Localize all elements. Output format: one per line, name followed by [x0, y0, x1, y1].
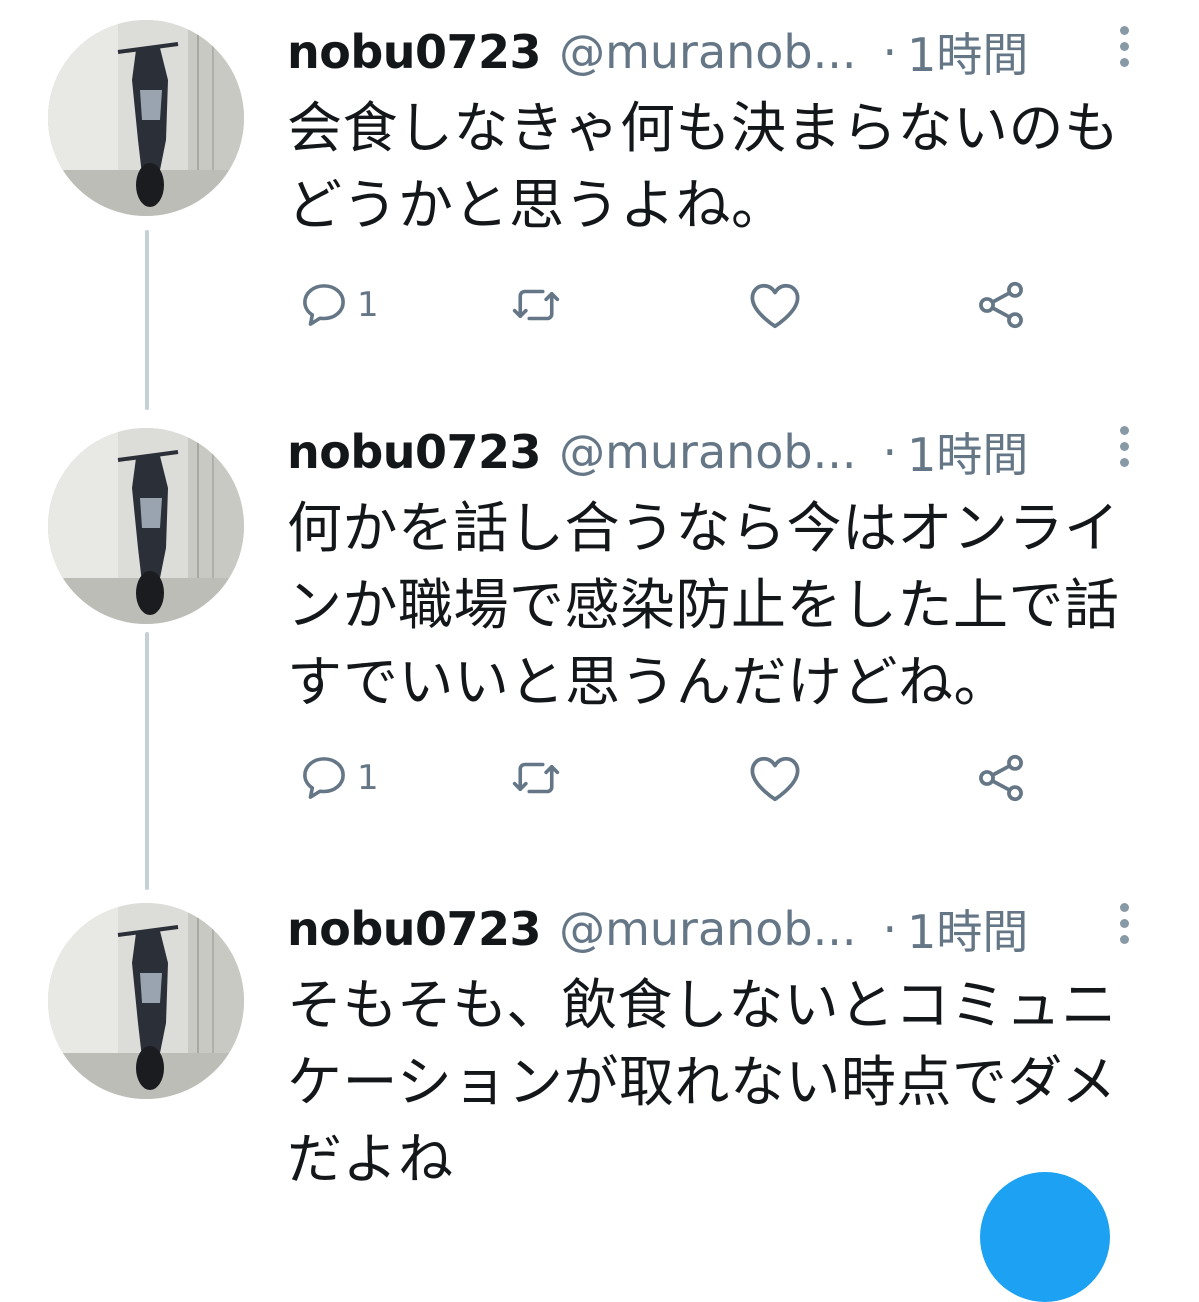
share-icon	[979, 281, 1023, 329]
like-button[interactable]	[745, 743, 805, 813]
tweet-text: 会食しなきゃ何も決まらないのもどうかと思うよね。	[287, 96, 1120, 237]
avatar-scooter-photo	[48, 20, 244, 216]
retweet-icon	[512, 289, 560, 321]
share-icon	[979, 754, 1023, 802]
avatar[interactable]	[48, 20, 244, 216]
tweet-header: nobu0723 @muranob... · 1時間	[287, 897, 1028, 961]
tweet-text: 何かを話し合うなら今はオンラインか職場で感染防止をした上で話すでいいと思うんだけ…	[287, 496, 1120, 714]
retweet-button[interactable]	[509, 270, 563, 340]
separator-dot: ·	[882, 902, 898, 956]
retweet-icon	[512, 762, 560, 794]
tweet-actions: 1	[287, 270, 1047, 340]
separator-dot: ·	[882, 425, 898, 479]
display-name[interactable]: nobu0723	[287, 25, 542, 79]
tweet-3[interactable]: nobu0723 @muranob... · 1時間 そもそも、飲食しないとコミ…	[0, 897, 1199, 1200]
reply-button[interactable]: 1	[297, 743, 379, 813]
user-handle[interactable]: @muranob...	[559, 902, 856, 956]
reply-icon	[303, 284, 345, 326]
more-vertical-icon[interactable]	[1112, 903, 1136, 959]
retweet-button[interactable]	[509, 743, 563, 813]
tweet-header: nobu0723 @muranob... · 1時間	[287, 20, 1028, 84]
reply-count: 1	[357, 758, 379, 798]
more-vertical-icon[interactable]	[1112, 26, 1136, 82]
heart-icon	[750, 756, 800, 802]
avatar-scooter-photo	[48, 903, 244, 1099]
like-button[interactable]	[745, 270, 805, 340]
avatar[interactable]	[48, 903, 244, 1099]
share-button[interactable]	[973, 743, 1029, 813]
user-handle[interactable]: @muranob...	[559, 425, 856, 479]
user-handle[interactable]: @muranob...	[559, 25, 856, 79]
more-vertical-icon[interactable]	[1112, 426, 1136, 482]
tweet-2[interactable]: nobu0723 @muranob... · 1時間 何かを話し合うなら今はオン…	[0, 420, 1199, 820]
reply-icon	[303, 757, 345, 799]
avatar-scooter-photo	[48, 428, 244, 624]
reply-button[interactable]: 1	[297, 270, 379, 340]
avatar[interactable]	[48, 428, 244, 624]
tweet-actions: 1	[287, 743, 1047, 813]
timestamp[interactable]: 1時間	[907, 419, 1028, 485]
tweet-text: そもそも、飲食しないとコミュニケーションが取れない時点でダメだよね	[287, 973, 1117, 1191]
tweet-1[interactable]: nobu0723 @muranob... · 1時間 会食しなきゃ何も決まらない…	[0, 20, 1199, 380]
heart-icon	[750, 283, 800, 329]
timestamp[interactable]: 1時間	[907, 896, 1028, 962]
tweet-header: nobu0723 @muranob... · 1時間	[287, 420, 1028, 484]
separator-dot: ·	[882, 25, 898, 79]
display-name[interactable]: nobu0723	[287, 425, 542, 479]
compose-tweet-button[interactable]	[980, 1172, 1110, 1302]
reply-count: 1	[357, 285, 379, 325]
timestamp[interactable]: 1時間	[907, 19, 1028, 85]
share-button[interactable]	[973, 270, 1029, 340]
display-name[interactable]: nobu0723	[287, 902, 542, 956]
